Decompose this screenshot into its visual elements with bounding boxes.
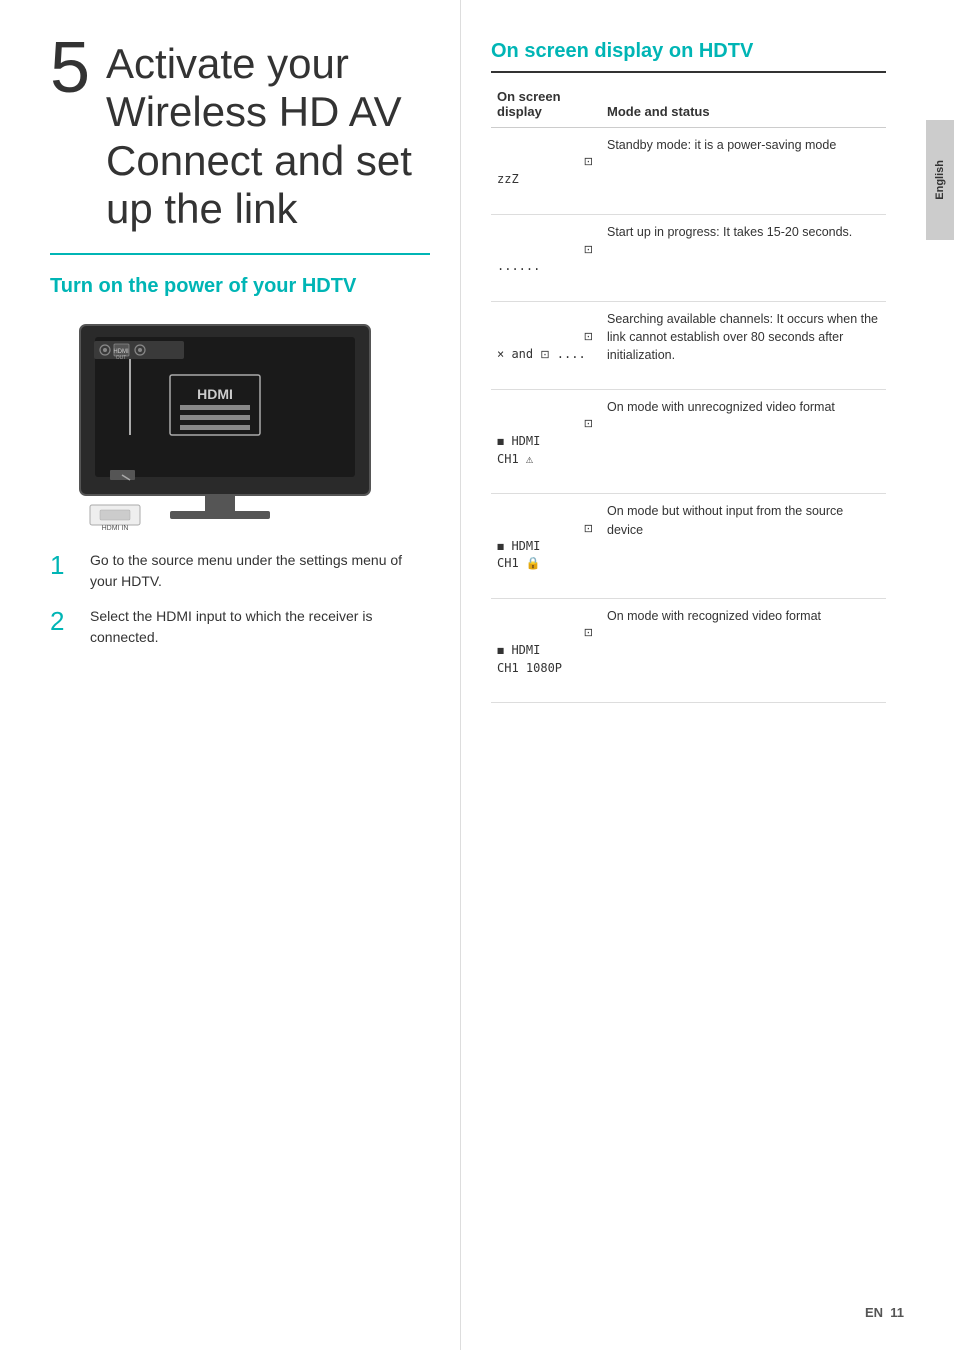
table-row: ⊡ ◼ HDMICH1 🔒 On mode but without input … xyxy=(491,494,886,599)
tv-illustration: HDMI HDMI HDMI IN HDMI OUT xyxy=(50,315,390,535)
right-column-title: On screen display on HDTV xyxy=(491,40,886,73)
divider-top xyxy=(50,253,430,255)
status-cell: Standby mode: it is a power-saving mode xyxy=(601,128,886,215)
step-title-line2: Wireless HD AV xyxy=(106,88,402,135)
step-title: Activate your Wireless HD AV Connect and… xyxy=(106,40,412,233)
status-cell: Searching available channels: It occurs … xyxy=(601,302,886,390)
step-header: 5 Activate your Wireless HD AV Connect a… xyxy=(50,40,430,233)
left-column: 5 Activate your Wireless HD AV Connect a… xyxy=(0,0,460,1350)
display-cell: ⊡ ◼ HDMICH1 1080P xyxy=(491,598,601,703)
right-column: On screen display on HDTV On screendispl… xyxy=(460,0,926,1350)
col-header-status: Mode and status xyxy=(601,81,886,128)
step-title-line1: Activate your xyxy=(106,40,349,87)
page-container: 5 Activate your Wireless HD AV Connect a… xyxy=(0,0,954,1350)
table-row: ⊡ ◼ HDMICH1 ⚠ On mode with unrecognized … xyxy=(491,389,886,494)
instruction-number-2: 2 xyxy=(50,606,80,637)
col-header-display: On screendisplay xyxy=(491,81,601,128)
display-cell: ⊡ zzZ xyxy=(491,128,601,215)
status-table: On screendisplay Mode and status ⊡ zzZ S… xyxy=(491,81,886,703)
status-cell: On mode with unrecognized video format xyxy=(601,389,886,494)
display-cell: ⊡ ◼ HDMICH1 🔒 xyxy=(491,494,601,599)
table-row: ⊡ zzZ Standby mode: it is a power-saving… xyxy=(491,128,886,215)
status-cell: Start up in progress: It takes 15-20 sec… xyxy=(601,215,886,302)
step-number: 5 xyxy=(50,32,90,104)
language-tab: English xyxy=(926,120,954,240)
display-cell: ⊡ ◼ HDMICH1 ⚠ xyxy=(491,389,601,494)
footer-prefix: EN xyxy=(865,1305,883,1320)
instruction-item-1: 1 Go to the source menu under the settin… xyxy=(50,550,430,592)
svg-text:HDMI IN: HDMI IN xyxy=(102,525,129,532)
table-row: ⊡ × and ⊡ .... Searching available chann… xyxy=(491,302,886,390)
instructions-list: 1 Go to the source menu under the settin… xyxy=(50,550,430,648)
language-label: English xyxy=(934,160,946,200)
table-row: ⊡ ◼ HDMICH1 1080P On mode with recognize… xyxy=(491,598,886,703)
display-cell: ⊡ × and ⊡ .... xyxy=(491,302,601,390)
left-subtitle: Turn on the power of your HDTV xyxy=(50,273,430,299)
instruction-text-1: Go to the source menu under the settings… xyxy=(90,550,430,592)
svg-text:OUT: OUT xyxy=(116,355,127,361)
instruction-item-2: 2 Select the HDMI input to which the rec… xyxy=(50,606,430,648)
table-row: ⊡ ...... Start up in progress: It takes … xyxy=(491,215,886,302)
step-title-line4: up the link xyxy=(106,185,297,232)
page-number: 11 xyxy=(890,1305,904,1320)
status-cell: On mode but without input from the sourc… xyxy=(601,494,886,599)
instruction-text-2: Select the HDMI input to which the recei… xyxy=(90,606,430,648)
step-title-line3: Connect and set xyxy=(106,137,412,184)
display-cell: ⊡ ...... xyxy=(491,215,601,302)
status-cell: On mode with recognized video format xyxy=(601,598,886,703)
svg-text:HDMI: HDMI xyxy=(197,386,233,402)
instruction-number-1: 1 xyxy=(50,550,80,581)
page-footer: EN 11 xyxy=(865,1305,904,1320)
